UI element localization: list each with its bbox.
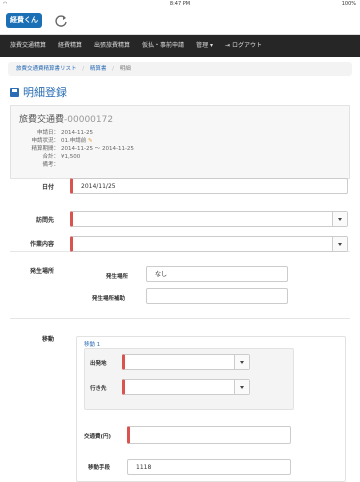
logout-icon: ⇥ (224, 42, 231, 49)
summary-row-status: 申請状況： 01.申請前 ✎ (31, 138, 93, 144)
page-title-text: 明細登録 (23, 86, 67, 99)
place-field-label: 発生場所 (106, 274, 129, 280)
summary-row-total: 合計： ¥1,500 (42, 154, 81, 160)
means-label: 移動手段 (88, 465, 111, 471)
move-label: 移動 (42, 336, 55, 343)
visit-label: 訪問先 (36, 217, 55, 224)
chevron-down-icon (234, 380, 249, 394)
work-label: 作業内容 (30, 241, 55, 248)
breadcrumb-current: 明細 (119, 66, 131, 72)
battery-indicator: 100% (341, 1, 356, 7)
breadcrumb-sheet[interactable]: 精算書 (90, 66, 107, 72)
move-group-label: 移動 1 (84, 342, 101, 348)
breadcrumb: 旅費交通費精算書リスト / 精算書 / 明細 (8, 62, 352, 76)
from-label: 出発地 (90, 361, 107, 367)
summary-row-note: 備考： (42, 162, 59, 168)
nav-advance-payment[interactable]: 仮払・事前申請 (136, 35, 190, 57)
nav-business-trip[interactable]: 出張旅費精算 (88, 35, 136, 57)
summary-box: 旅費交通費-00000172 申請日： 2014-11-25 申請状況： 01.申請… (10, 105, 350, 179)
page-title: 明細登録 (10, 85, 360, 99)
breadcrumb-list[interactable]: 旅費交通費精算書リスト (16, 66, 77, 72)
status-bar: ◠ 8:47 PM 100% (0, 0, 360, 8)
from-select[interactable] (122, 354, 250, 370)
nav-expense[interactable]: 経費精算 (52, 35, 88, 57)
divider (10, 318, 350, 319)
refresh-icon[interactable] (54, 14, 68, 28)
place-aux-label: 発生場所補助 (92, 296, 126, 302)
main-nav: 旅費交通精算 経費精算 出張旅費精算 仮払・事前申請 管理 ▾ ⇥ ログアウト (0, 35, 360, 57)
top-bar: 経費くん (0, 8, 360, 35)
nav-travel-expense[interactable]: 旅費交通精算 (4, 35, 52, 57)
chevron-down-icon (332, 212, 347, 226)
breadcrumb-separator: / (112, 66, 114, 72)
place-input[interactable]: なし (146, 266, 288, 282)
fare-label: 交通費(円) (84, 434, 112, 440)
summary-number: -00000172 (64, 115, 114, 125)
nav-logout[interactable]: ⇥ ログアウト (219, 35, 268, 57)
chevron-down-icon (332, 237, 347, 251)
summary-title: 旅費交通費-00000172 (19, 115, 114, 125)
fare-input[interactable] (127, 426, 291, 444)
summary-row-date: 申請日： 2014-11-25 (36, 130, 93, 136)
date-label: 日付 (42, 184, 55, 191)
visit-select[interactable] (70, 211, 348, 227)
date-input[interactable]: 2014/11/25 (70, 178, 348, 194)
save-disk-icon (10, 87, 19, 97)
breadcrumb-separator: / (82, 66, 85, 72)
chevron-down-icon (234, 355, 249, 369)
status-time: 8:47 PM (169, 1, 191, 7)
app-logo[interactable]: 経費くん (6, 13, 42, 28)
nav-admin-dropdown[interactable]: 管理 ▾ (190, 35, 219, 57)
means-input[interactable]: 1118 (127, 459, 291, 475)
summary-row-period: 精算期間： 2014-11-25 〜 2014-11-25 (31, 146, 134, 152)
place-aux-input[interactable] (146, 288, 288, 304)
to-label: 行き先 (90, 386, 107, 392)
place-label: 発生場所 (30, 268, 55, 275)
to-select[interactable] (122, 379, 250, 395)
work-select[interactable] (70, 236, 348, 252)
